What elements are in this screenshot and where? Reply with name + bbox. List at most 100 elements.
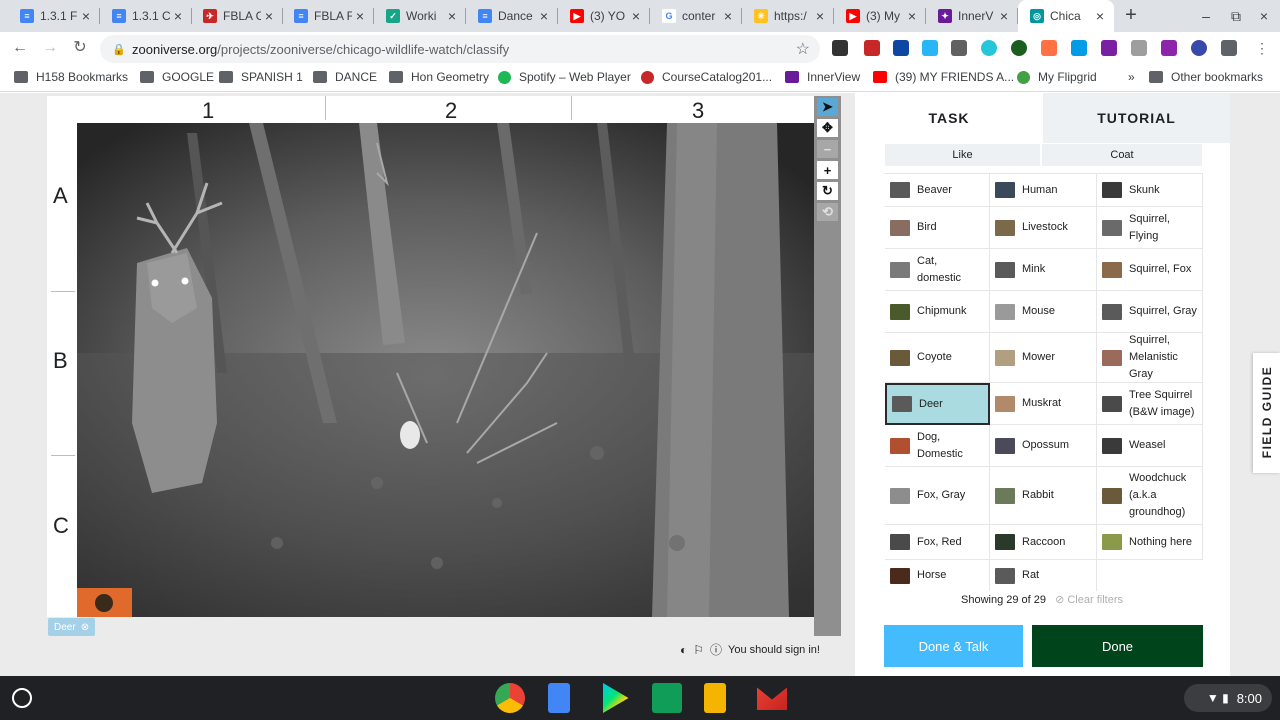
- close-icon[interactable]: ×: [996, 8, 1012, 24]
- google-slides-icon[interactable]: [704, 683, 726, 713]
- extension-download-icon[interactable]: [922, 40, 938, 56]
- species-choice[interactable]: Squirrel, Gray: [1097, 291, 1203, 333]
- selected-annotation-tag[interactable]: Deer ⊗: [48, 618, 96, 636]
- bookmark-item[interactable]: InnerView: [785, 70, 860, 84]
- extension-copy-icon[interactable]: [1131, 40, 1147, 56]
- new-tab-icon[interactable]: +: [1120, 4, 1142, 26]
- chrome-icon[interactable]: [495, 683, 525, 713]
- browser-tab[interactable]: ≡ FBLA F ×: [282, 0, 374, 32]
- done-and-talk-button[interactable]: Done & Talk: [884, 625, 1023, 667]
- filter-like[interactable]: Like: [885, 144, 1040, 166]
- close-icon[interactable]: ×: [352, 8, 368, 24]
- extension-screencastify-icon[interactable]: [1041, 40, 1057, 56]
- species-choice[interactable]: Squirrel, Fox: [1097, 249, 1203, 291]
- back-icon[interactable]: ←: [10, 38, 30, 58]
- bookmark-item[interactable]: (39) MY FRIENDS A...: [873, 70, 1014, 84]
- rotate-icon[interactable]: ↻: [817, 182, 838, 200]
- close-icon[interactable]: ×: [261, 8, 277, 24]
- extension-r-icon[interactable]: [951, 40, 967, 56]
- google-classroom-icon[interactable]: [652, 683, 682, 713]
- minimize-icon[interactable]: –: [1198, 8, 1214, 24]
- close-icon[interactable]: ×: [628, 8, 644, 24]
- species-choice[interactable]: Tree Squirrel (B&W image): [1097, 383, 1203, 425]
- species-choice[interactable]: Mink: [990, 249, 1097, 291]
- species-choice[interactable]: Squirrel, Flying: [1097, 207, 1203, 249]
- browser-tab[interactable]: ▶ (3) My ×: [834, 0, 926, 32]
- bookmark-item[interactable]: GOOGLE: [140, 70, 214, 84]
- species-choice[interactable]: Rabbit: [990, 467, 1097, 525]
- menu-kebab-icon[interactable]: ⋮: [1252, 38, 1272, 58]
- tab-task[interactable]: TASK: [855, 93, 1043, 143]
- tab-tutorial[interactable]: TUTORIAL: [1043, 93, 1230, 143]
- species-choice[interactable]: Fox, Gray: [885, 467, 990, 525]
- extension-badge-icon[interactable]: [864, 40, 880, 56]
- extensions-puzzle-icon[interactable]: [1221, 40, 1237, 56]
- species-choice[interactable]: Bird: [885, 207, 990, 249]
- browser-tab[interactable]: ✦ InnerV ×: [926, 0, 1018, 32]
- launcher-icon[interactable]: [12, 688, 32, 708]
- filter-coat[interactable]: Coat: [1042, 144, 1202, 166]
- browser-tab[interactable]: ✓ Worki ×: [374, 0, 466, 32]
- bookmark-item[interactable]: DANCE: [313, 70, 377, 84]
- pointer-tool-icon[interactable]: ➤: [817, 98, 838, 116]
- species-choice[interactable]: Squirrel, Melanistic Gray: [1097, 333, 1203, 383]
- bookmark-item[interactable]: CourseCatalog201...: [641, 70, 772, 84]
- species-choice[interactable]: Mower: [990, 333, 1097, 383]
- reload-icon[interactable]: ↻: [70, 38, 90, 58]
- info-icon[interactable]: ⓘ: [710, 641, 722, 658]
- bookmark-item[interactable]: SPANISH 1: [219, 70, 303, 84]
- bookmark-item[interactable]: My Flipgrid: [1017, 70, 1097, 84]
- close-icon[interactable]: ×: [78, 8, 94, 24]
- field-guide-tab[interactable]: FIELD GUIDE: [1253, 353, 1280, 473]
- clear-filters-link[interactable]: ⊘ Clear filters: [1055, 594, 1123, 606]
- close-icon[interactable]: ×: [1092, 8, 1108, 24]
- gmail-icon[interactable]: [757, 687, 787, 710]
- species-choice[interactable]: Nothing here: [1097, 525, 1203, 560]
- camera-trap-photo[interactable]: [77, 123, 814, 617]
- bookmark-item[interactable]: Hon Geometry: [389, 70, 489, 84]
- bookmark-item[interactable]: »: [1128, 70, 1135, 84]
- close-icon[interactable]: ×: [720, 8, 736, 24]
- species-choice[interactable]: Deer: [885, 383, 990, 425]
- browser-tab[interactable]: ◎ Chica ×: [1018, 0, 1114, 32]
- reset-icon[interactable]: ⟲: [817, 203, 838, 221]
- extension-grammarly-icon[interactable]: [1011, 40, 1027, 56]
- move-tool-icon[interactable]: ✥: [817, 119, 838, 137]
- maximize-icon[interactable]: ⧉: [1228, 8, 1244, 25]
- species-choice[interactable]: Coyote: [885, 333, 990, 383]
- zoom-out-icon[interactable]: −: [817, 140, 838, 158]
- forward-icon[interactable]: →: [40, 38, 60, 58]
- play-store-icon[interactable]: [603, 683, 629, 713]
- close-icon[interactable]: ×: [536, 8, 552, 24]
- browser-tab[interactable]: ≡ 1.3.1 F ×: [8, 0, 100, 32]
- species-choice[interactable]: Rat: [990, 560, 1097, 591]
- species-choice[interactable]: Chipmunk: [885, 291, 990, 333]
- close-icon[interactable]: ×: [170, 8, 186, 24]
- species-choice[interactable]: Fox, Red: [885, 525, 990, 560]
- browser-tab[interactable]: ✳ https:/ ×: [742, 0, 834, 32]
- species-choice[interactable]: Woodchuck (a.k.a groundhog): [1097, 467, 1203, 525]
- close-icon[interactable]: ⊗: [81, 622, 89, 633]
- species-choice[interactable]: Muskrat: [990, 383, 1097, 425]
- browser-tab[interactable]: ≡ 1.3.1 C ×: [100, 0, 192, 32]
- extension-cloud-icon[interactable]: [1071, 40, 1087, 56]
- species-choice[interactable]: Cat, domestic: [885, 249, 990, 291]
- done-button[interactable]: Done: [1032, 625, 1203, 667]
- status-tray[interactable]: ▼ ▮ 8:00: [1184, 684, 1272, 712]
- species-choice[interactable]: Dog, Domestic: [885, 425, 990, 467]
- bookmark-item[interactable]: H158 Bookmarks: [14, 70, 128, 84]
- extension-k-icon[interactable]: [1191, 40, 1207, 56]
- extension-globe-icon[interactable]: [981, 40, 997, 56]
- species-choice[interactable]: Livestock: [990, 207, 1097, 249]
- bookmark-star-icon[interactable]: ☆: [796, 39, 810, 59]
- species-choice[interactable]: Human: [990, 174, 1097, 207]
- browser-tab[interactable]: ▶ (3) YO ×: [558, 0, 650, 32]
- extension-spy-icon[interactable]: [832, 40, 848, 56]
- species-choice[interactable]: Opossum: [990, 425, 1097, 467]
- species-choice[interactable]: Raccoon: [990, 525, 1097, 560]
- species-choice[interactable]: Beaver: [885, 174, 990, 207]
- species-choice[interactable]: Mouse: [990, 291, 1097, 333]
- browser-tab[interactable]: ≡ Dance ×: [466, 0, 558, 32]
- bookmark-item[interactable]: Other bookmarks: [1149, 70, 1263, 84]
- window-close-icon[interactable]: ×: [1256, 8, 1272, 24]
